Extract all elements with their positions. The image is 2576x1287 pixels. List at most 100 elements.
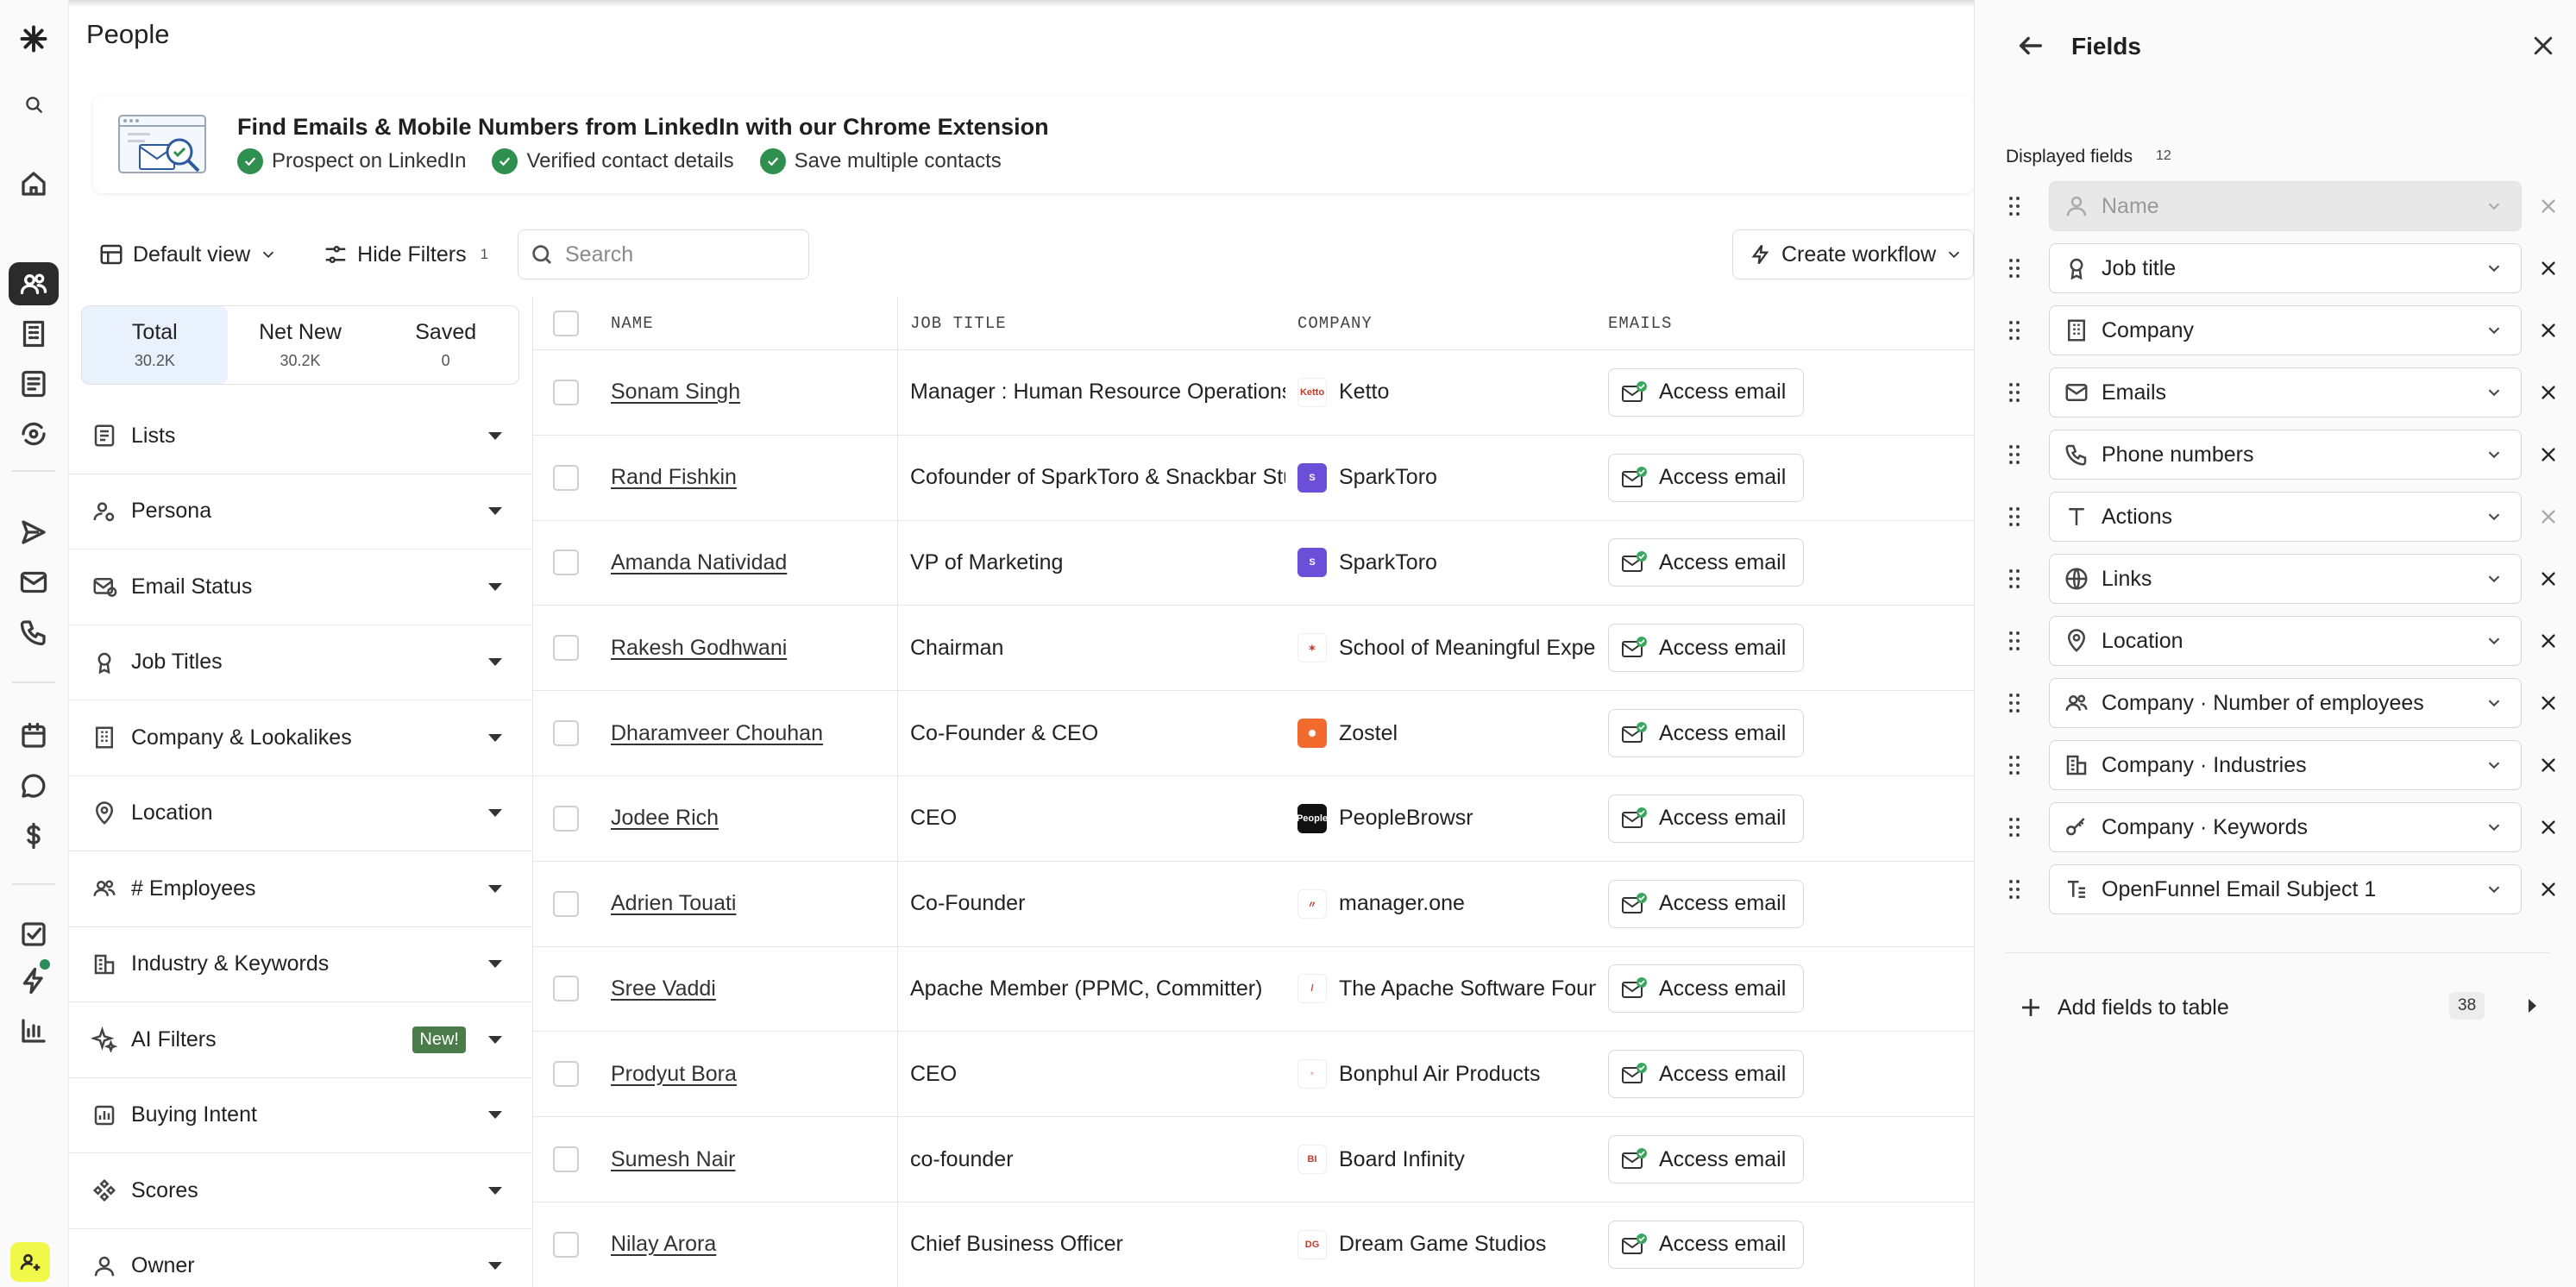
drag-handle-icon[interactable] xyxy=(2009,756,2021,778)
table-row[interactable]: Sree Vaddi Apache Member (PPMC, Committer… xyxy=(533,946,1974,1033)
table-row[interactable]: Rakesh Godhwani Chairman ✶ School of Meanin… xyxy=(533,605,1974,692)
field-select[interactable]: Actions xyxy=(2049,492,2522,542)
drag-handle-icon[interactable] xyxy=(2009,383,2021,405)
dollar-icon[interactable] xyxy=(9,814,59,857)
row-checkbox[interactable] xyxy=(553,464,579,491)
create-workflow-button[interactable]: Create workflow xyxy=(1732,229,1974,279)
person-name-link[interactable]: Nilay Arora xyxy=(611,1232,716,1256)
company-name[interactable]: Ketto xyxy=(1339,380,1389,405)
person-name-link[interactable]: Prodyut Bora xyxy=(611,1062,737,1086)
company-name[interactable]: Dream Game Studios xyxy=(1339,1232,1546,1257)
access-email-button[interactable]: Access email xyxy=(1608,709,1805,758)
row-checkbox[interactable] xyxy=(553,1231,579,1258)
access-email-button[interactable]: Access email xyxy=(1608,1050,1805,1099)
default-view-button[interactable]: Default view xyxy=(93,242,283,267)
chart-icon[interactable] xyxy=(9,1009,59,1052)
access-email-button[interactable]: Access email xyxy=(1608,1220,1805,1269)
tab-saved[interactable]: Saved 0 xyxy=(373,306,518,384)
filter-email-status[interactable]: Email Status xyxy=(69,549,533,625)
person-name-link[interactable]: Sumesh Nair xyxy=(611,1147,736,1171)
field-select[interactable]: Company · Number of employees xyxy=(2049,678,2522,728)
remove-field-icon[interactable] xyxy=(2539,756,2558,775)
field-select[interactable]: Job title xyxy=(2049,243,2522,293)
drag-handle-icon[interactable] xyxy=(2009,197,2021,219)
access-email-button[interactable]: Access email xyxy=(1608,879,1805,928)
company-name[interactable]: The Apache Software Foundation xyxy=(1339,976,1596,1001)
row-checkbox[interactable] xyxy=(553,549,579,576)
company-name[interactable]: Bonphul Air Products xyxy=(1339,1062,1540,1087)
filter-employees[interactable]: # Employees xyxy=(69,851,533,927)
access-email-button[interactable]: Access email xyxy=(1608,624,1805,673)
filter-ai-filters[interactable]: AI Filters New! xyxy=(69,1002,533,1078)
filter-persona[interactable]: Persona xyxy=(69,474,533,549)
company-name[interactable]: Board Infinity xyxy=(1339,1147,1465,1172)
add-user-icon[interactable] xyxy=(10,1242,50,1282)
row-checkbox[interactable] xyxy=(553,805,579,832)
search-input[interactable] xyxy=(565,242,772,267)
tab-total[interactable]: Total 30.2K xyxy=(82,306,228,384)
access-email-button[interactable]: Access email xyxy=(1608,1135,1805,1184)
company-name[interactable]: SparkToro xyxy=(1339,550,1437,575)
filter-lists[interactable]: Lists xyxy=(69,399,533,474)
hide-filters-button[interactable]: Hide Filters 1 xyxy=(317,242,493,267)
row-checkbox[interactable] xyxy=(553,1146,579,1173)
remove-field-icon[interactable] xyxy=(2539,321,2558,340)
back-arrow-icon[interactable] xyxy=(2014,31,2047,60)
drag-handle-icon[interactable] xyxy=(2009,259,2021,281)
field-select[interactable]: Company · Keywords xyxy=(2049,802,2522,852)
remove-field-icon[interactable] xyxy=(2539,507,2558,526)
table-row[interactable]: Amanda Natividad VP of Marketing S SparkTor… xyxy=(533,520,1974,606)
calendar-icon[interactable] xyxy=(9,714,59,757)
filter-location[interactable]: Location xyxy=(69,776,533,851)
search-icon[interactable] xyxy=(9,83,59,126)
refresh-eye-icon[interactable] xyxy=(9,412,59,455)
table-row[interactable]: Nilay Arora Chief Business Officer DG Dream… xyxy=(533,1202,1974,1287)
access-email-button[interactable]: Access email xyxy=(1608,964,1805,1014)
remove-field-icon[interactable] xyxy=(2539,259,2558,278)
table-row[interactable]: Sonam Singh Manager : Human Resource Oper… xyxy=(533,349,1974,436)
remove-field-icon[interactable] xyxy=(2539,569,2558,588)
list-icon[interactable] xyxy=(9,362,59,405)
field-select[interactable]: Links xyxy=(2049,554,2522,604)
access-email-button[interactable]: Access email xyxy=(1608,367,1805,417)
drag-handle-icon[interactable] xyxy=(2009,445,2021,468)
person-name-link[interactable]: Amanda Natividad xyxy=(611,550,787,574)
remove-field-icon[interactable] xyxy=(2539,197,2558,216)
people-icon[interactable] xyxy=(9,262,59,305)
remove-field-icon[interactable] xyxy=(2539,818,2558,837)
remove-field-icon[interactable] xyxy=(2539,631,2558,650)
chat-icon[interactable] xyxy=(9,764,59,807)
person-name-link[interactable]: Dharamveer Chouhan xyxy=(611,721,823,745)
field-select[interactable]: Phone numbers xyxy=(2049,430,2522,480)
add-fields-button[interactable]: Add fields to table 38 xyxy=(2018,990,2553,1025)
drag-handle-icon[interactable] xyxy=(2009,507,2021,530)
filter-company-lookalikes[interactable]: Company & Lookalikes xyxy=(69,700,533,776)
column-header-job-title[interactable]: JOB TITLE xyxy=(897,297,1285,349)
person-name-link[interactable]: Rakesh Godhwani xyxy=(611,636,787,660)
company-name[interactable]: School of Meaningful Experiences xyxy=(1339,636,1596,661)
column-header-name[interactable]: NAME xyxy=(599,314,897,333)
logo-icon[interactable] xyxy=(9,17,59,60)
filter-buying-intent[interactable]: Buying Intent xyxy=(69,1078,533,1153)
company-name[interactable]: SparkToro xyxy=(1339,465,1437,490)
row-checkbox[interactable] xyxy=(553,890,579,917)
column-header-emails[interactable]: EMAILS xyxy=(1596,314,1958,333)
access-email-button[interactable]: Access email xyxy=(1608,794,1805,843)
access-email-button[interactable]: Access email xyxy=(1608,538,1805,587)
person-name-link[interactable]: Adrien Touati xyxy=(611,891,736,915)
table-row[interactable]: Prodyut Bora CEO ◦ Bonphul Air Products Acce… xyxy=(533,1031,1974,1118)
building-icon[interactable] xyxy=(9,312,59,355)
field-select[interactable]: OpenFunnel Email Subject 1 xyxy=(2049,864,2522,914)
send-icon[interactable] xyxy=(9,511,59,554)
table-row[interactable]: Jodee Rich CEO People PeopleBrowsr Access em… xyxy=(533,775,1974,862)
company-name[interactable]: Zostel xyxy=(1339,721,1398,746)
drag-handle-icon[interactable] xyxy=(2009,569,2021,592)
company-name[interactable]: manager.one xyxy=(1339,891,1465,916)
row-checkbox[interactable] xyxy=(553,635,579,662)
person-name-link[interactable]: Sonam Singh xyxy=(611,380,740,404)
select-all-checkbox[interactable] xyxy=(553,310,579,336)
field-select[interactable]: Company · Industries xyxy=(2049,740,2522,790)
drag-handle-icon[interactable] xyxy=(2009,631,2021,654)
table-row[interactable]: Dharamveer Chouhan Co-Founder & CEO ✺ Zoste… xyxy=(533,690,1974,776)
person-name-link[interactable]: Rand Fishkin xyxy=(611,465,737,489)
